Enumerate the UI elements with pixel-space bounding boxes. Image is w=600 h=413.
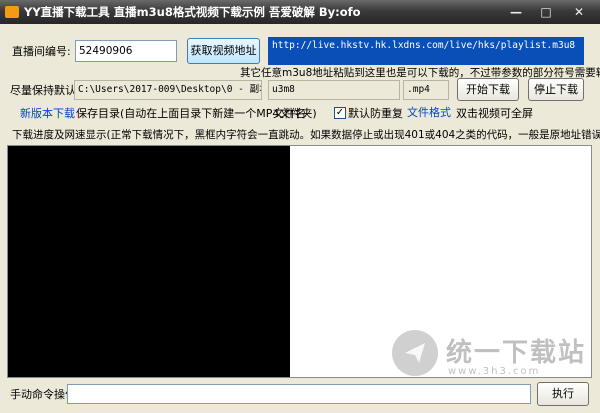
- anti-duplicate-label: 默认防重复: [348, 107, 403, 120]
- save-default-label: 尽量保持默认:: [10, 84, 80, 97]
- room-number-input[interactable]: 52490906: [75, 40, 177, 62]
- execute-button[interactable]: 执行: [537, 382, 589, 406]
- window-title: YY直播下载工具 直播m3u8格式视频下载示例 吾爱破解 By:ofo: [24, 5, 361, 19]
- progress-note: 下载进度及网速显示(正常下载情况下，黑框内字符会一直跳动。如果数据停止或出现40…: [12, 129, 600, 141]
- maximize-icon[interactable]: □: [534, 4, 558, 20]
- video-player[interactable]: [8, 146, 290, 377]
- app-icon: [5, 6, 19, 18]
- app-window: YY直播下载工具 直播m3u8格式视频下载示例 吾爱破解 By:ofo — □ …: [0, 0, 600, 413]
- close-icon[interactable]: ✕: [564, 4, 594, 20]
- anti-duplicate-checkbox[interactable]: ✓: [334, 107, 346, 119]
- watermark-sub: www.3h3.com: [448, 366, 541, 377]
- get-video-url-button[interactable]: 获取视频地址: [187, 38, 260, 64]
- watermark-logo-icon: [392, 330, 438, 376]
- video-url-input[interactable]: http://live.hkstv.hk.lxdns.com/live/hks/…: [268, 37, 584, 65]
- file-format-link[interactable]: 文件格式: [407, 106, 451, 120]
- file-ext-input[interactable]: .mp4: [403, 80, 449, 100]
- room-number-label: 直播间编号:: [12, 45, 71, 58]
- window-controls: — □ ✕: [504, 4, 594, 20]
- title-bar[interactable]: YY直播下载工具 直播m3u8格式视频下载示例 吾爱破解 By:ofo — □ …: [0, 0, 600, 24]
- file-name-input[interactable]: u3m8: [268, 80, 400, 100]
- start-download-button[interactable]: 开始下载: [457, 78, 519, 101]
- save-path-input[interactable]: C:\Users\2017-009\Desktop\0 - 副本: [74, 80, 262, 100]
- watermark-text: 统一下载站: [446, 338, 587, 368]
- fullscreen-hint: 双击视频可全屏: [456, 107, 533, 120]
- minimize-icon[interactable]: —: [504, 4, 528, 20]
- stop-download-button[interactable]: 停止下载: [528, 78, 584, 101]
- new-version-download-link[interactable]: 新版本下载: [20, 107, 75, 121]
- command-input[interactable]: [67, 384, 531, 404]
- file-name-label: 文件名: [273, 107, 306, 120]
